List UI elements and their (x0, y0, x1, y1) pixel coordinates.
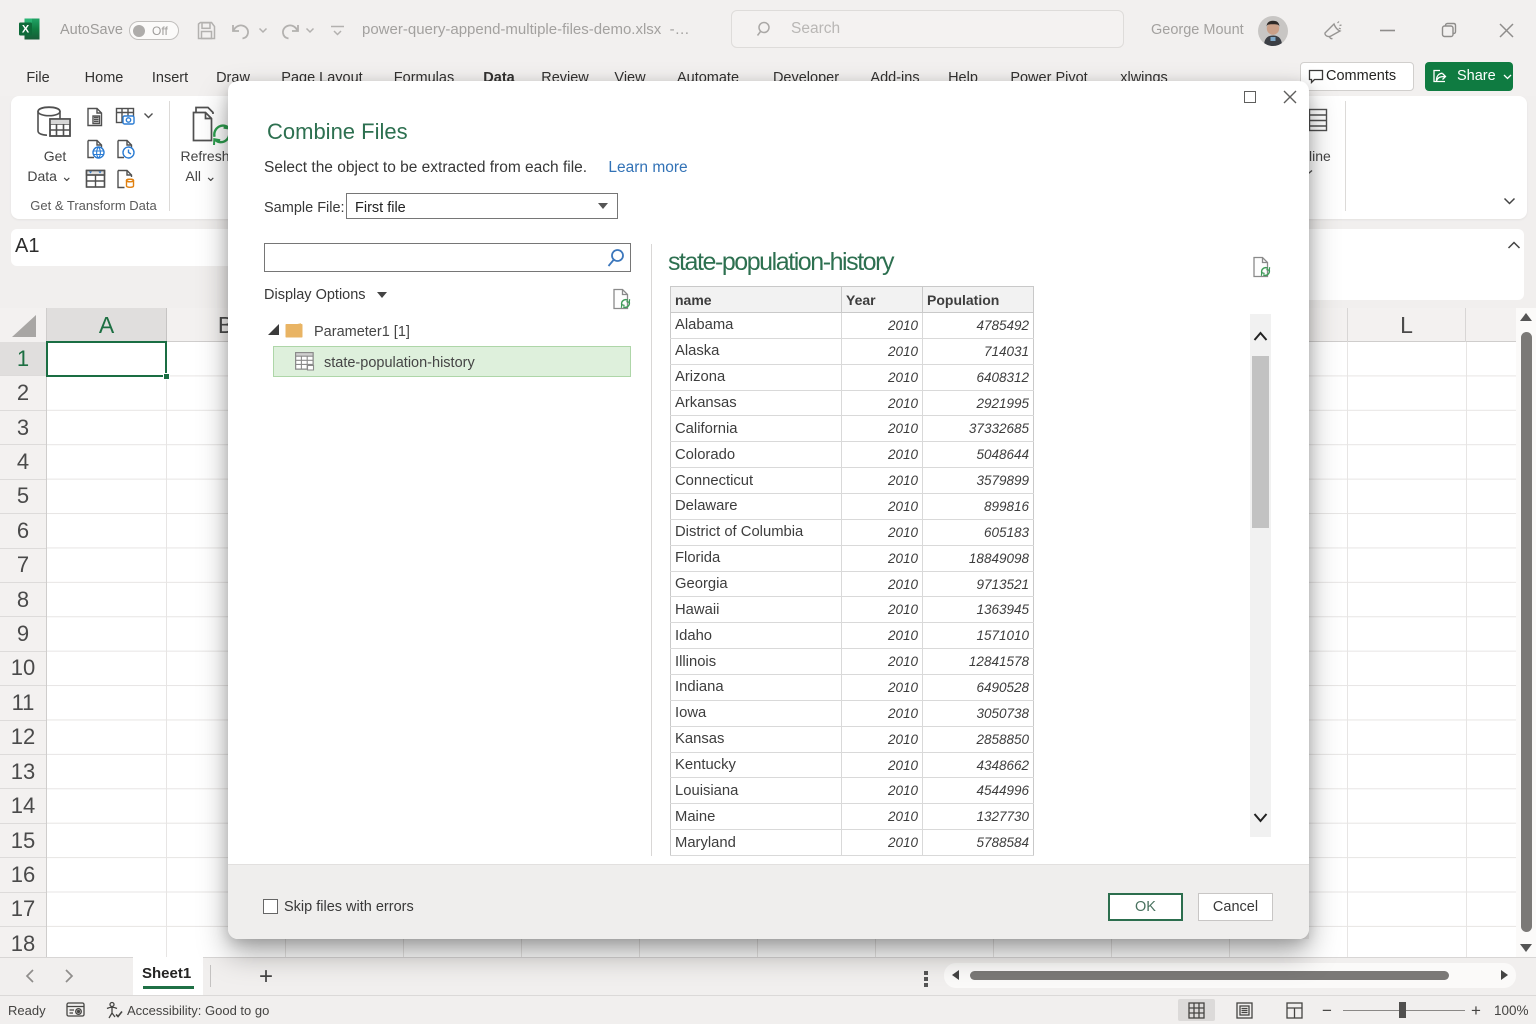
svg-text:X: X (22, 24, 30, 36)
